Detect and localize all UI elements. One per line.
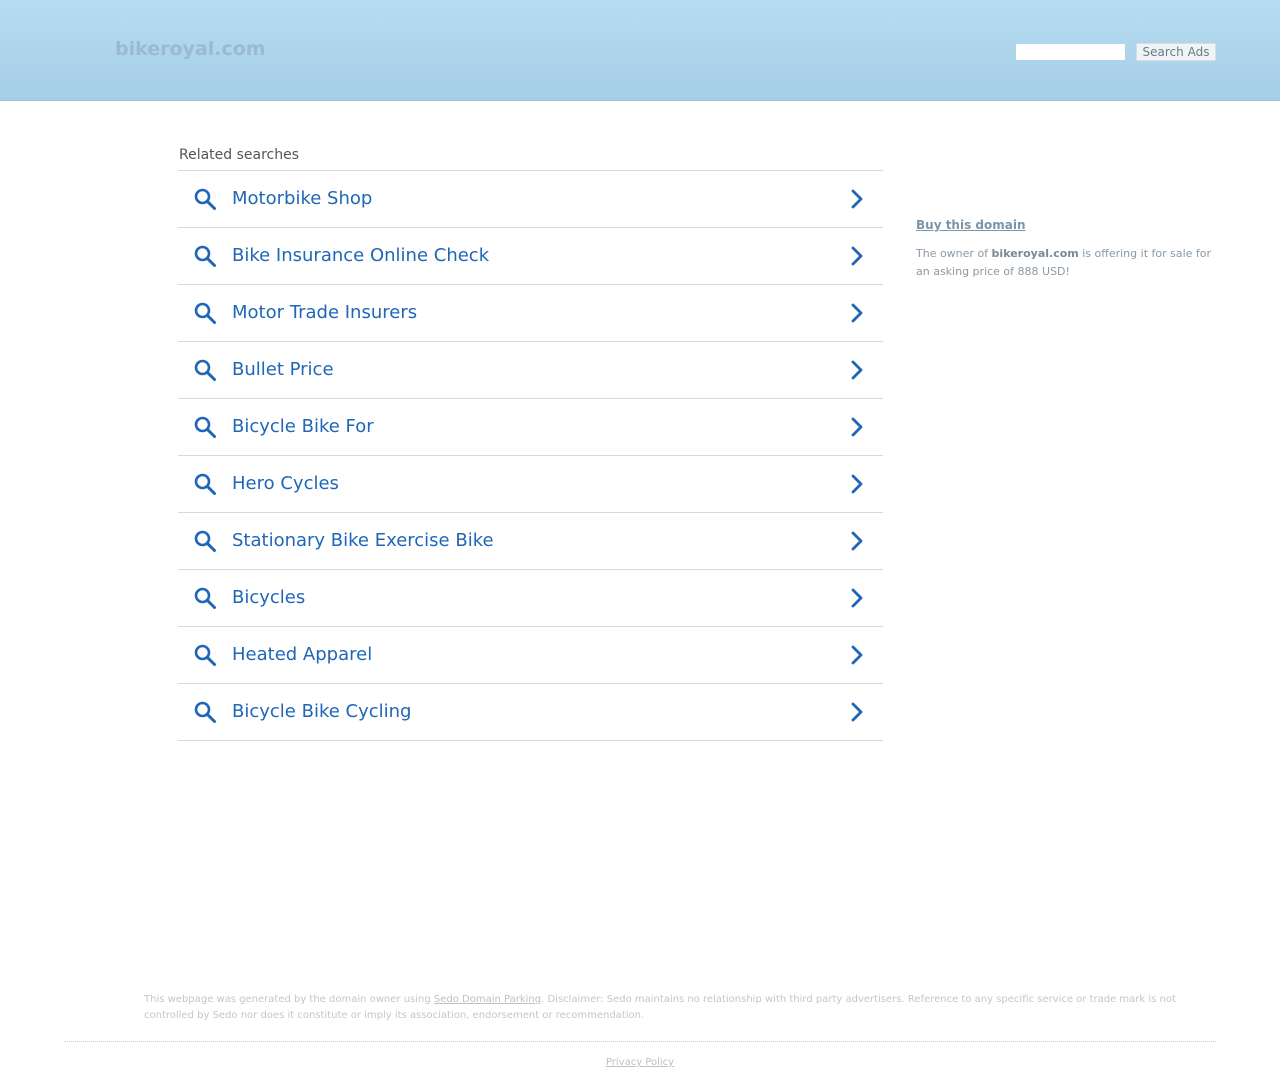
- search-input[interactable]: [1016, 44, 1125, 60]
- related-search-item[interactable]: Motor Trade Insurers: [178, 285, 883, 342]
- related-searches-list: Motorbike Shop Bike Insurance Online Chec…: [178, 170, 883, 741]
- search-ads-button[interactable]: Search Ads: [1136, 43, 1216, 61]
- related-search-label[interactable]: Stationary Bike Exercise Bike: [232, 530, 494, 551]
- search-icon: [194, 416, 216, 438]
- chevron-right-icon: [851, 474, 863, 494]
- buy-domain-text: The owner of bikeroyal.com is offering i…: [916, 245, 1216, 281]
- chevron-right-icon: [851, 531, 863, 551]
- related-search-label[interactable]: Hero Cycles: [232, 473, 339, 494]
- related-search-item[interactable]: Stationary Bike Exercise Bike: [178, 513, 883, 570]
- chevron-right-icon: [851, 246, 863, 266]
- chevron-right-icon: [851, 360, 863, 380]
- search-icon: [194, 245, 216, 267]
- search-icon: [194, 473, 216, 495]
- buy-domain-name: bikeroyal.com: [991, 247, 1079, 260]
- related-search-item[interactable]: Bicycle Bike Cycling: [178, 684, 883, 741]
- chevron-right-icon: [851, 189, 863, 209]
- disclaimer: This webpage was generated by the domain…: [144, 992, 1194, 1024]
- related-search-label[interactable]: Bicycles: [232, 587, 305, 608]
- related-search-item[interactable]: Bicycle Bike For: [178, 399, 883, 456]
- search-icon: [194, 701, 216, 723]
- search-icon: [194, 188, 216, 210]
- related-search-item[interactable]: Heated Apparel: [178, 627, 883, 684]
- search-icon: [194, 359, 216, 381]
- related-search-label[interactable]: Bicycle Bike Cycling: [232, 701, 411, 722]
- buy-domain-link[interactable]: Buy this domain: [916, 218, 1026, 232]
- search-icon: [194, 302, 216, 324]
- privacy-policy: Privacy Policy: [0, 1057, 1280, 1068]
- privacy-policy-link[interactable]: Privacy Policy: [606, 1057, 674, 1068]
- buy-text-prefix: The owner of: [916, 247, 992, 260]
- site-logo[interactable]: bikeroyal.com: [115, 38, 266, 60]
- chevron-right-icon: [851, 588, 863, 608]
- related-search-label[interactable]: Motor Trade Insurers: [232, 302, 417, 323]
- header: bikeroyal.com Search Ads: [0, 0, 1280, 101]
- chevron-right-icon: [851, 417, 863, 437]
- chevron-right-icon: [851, 645, 863, 665]
- search-icon: [194, 644, 216, 666]
- related-search-label[interactable]: Motorbike Shop: [232, 188, 372, 209]
- related-search-label[interactable]: Heated Apparel: [232, 644, 372, 665]
- search-icon: [194, 587, 216, 609]
- related-search-item[interactable]: Motorbike Shop: [178, 171, 883, 228]
- related-search-item[interactable]: Bicycles: [178, 570, 883, 627]
- chevron-right-icon: [851, 303, 863, 323]
- chevron-right-icon: [851, 702, 863, 722]
- related-search-item[interactable]: Bullet Price: [178, 342, 883, 399]
- related-search-label[interactable]: Bullet Price: [232, 359, 334, 380]
- related-search-label[interactable]: Bicycle Bike For: [232, 416, 374, 437]
- sedo-parking-link[interactable]: Sedo Domain Parking: [434, 994, 541, 1005]
- related-search-item[interactable]: Hero Cycles: [178, 456, 883, 513]
- footer-divider: [64, 1041, 1216, 1042]
- search-icon: [194, 530, 216, 552]
- related-search-item[interactable]: Bike Insurance Online Check: [178, 228, 883, 285]
- related-search-label[interactable]: Bike Insurance Online Check: [232, 245, 489, 266]
- related-searches-title: Related searches: [179, 147, 300, 163]
- disclaimer-prefix: This webpage was generated by the domain…: [144, 994, 434, 1005]
